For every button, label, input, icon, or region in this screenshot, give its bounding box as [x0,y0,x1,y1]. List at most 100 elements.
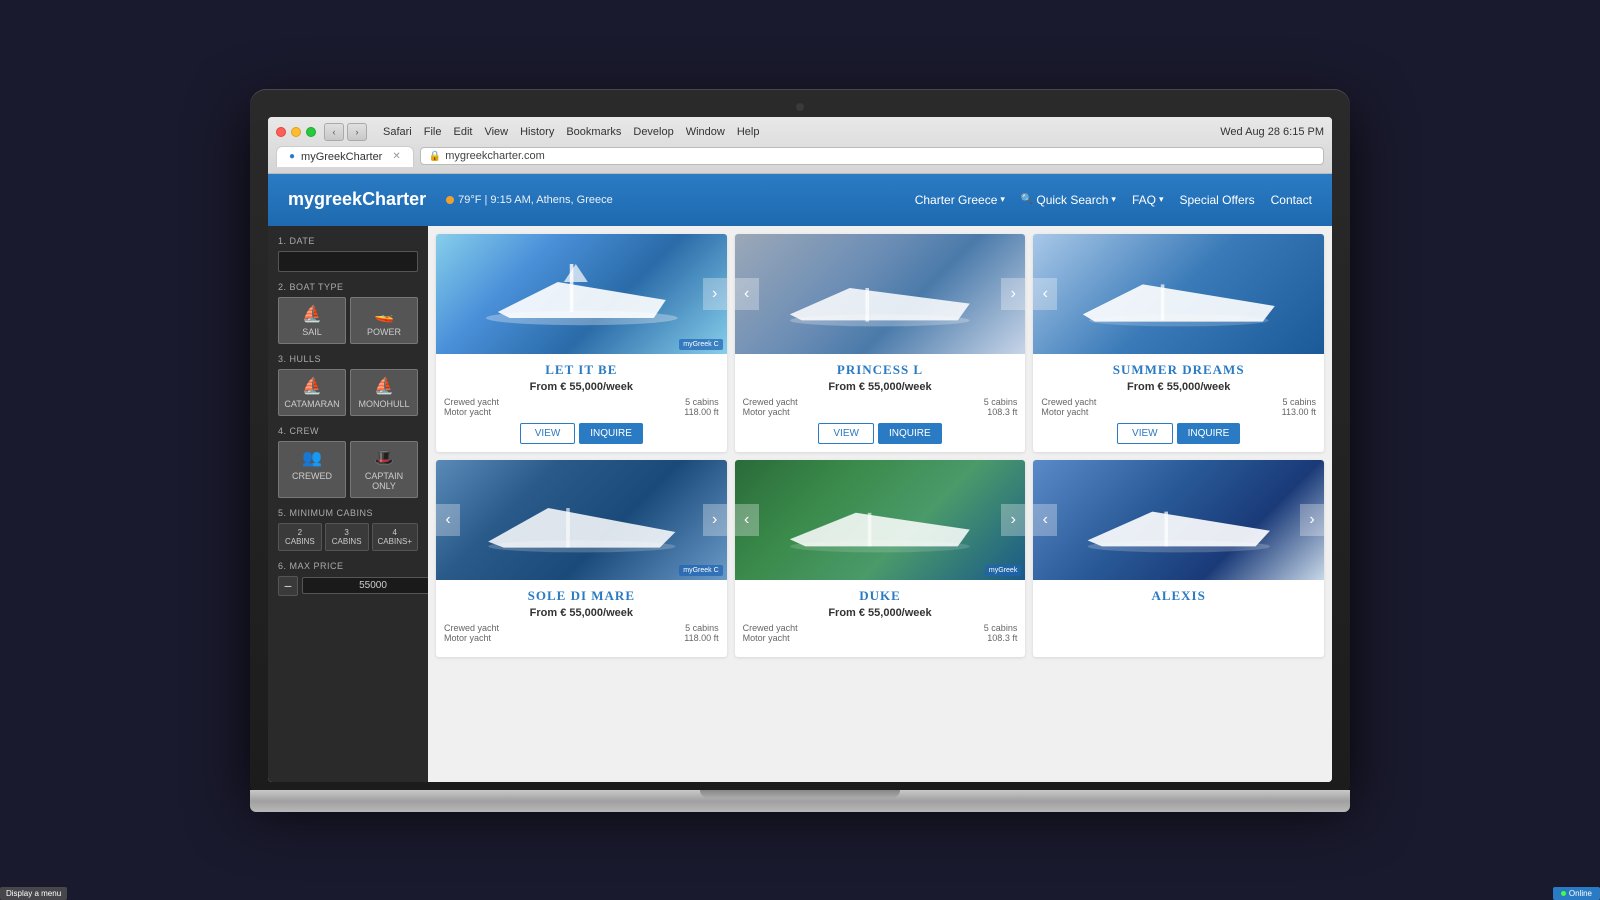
yacht-card: ‹ › ALEXIS [1033,460,1324,657]
cabin-2[interactable]: 2 CABINS [278,523,322,551]
nav-special-offers[interactable]: Special Offers [1179,193,1254,207]
yacht-name-4: SOLE DI MARE [444,588,719,604]
address-bar[interactable]: 🔒 mygreekcharter.com [420,147,1324,165]
view-button-1[interactable]: VIEW [520,423,576,444]
carousel-next-5[interactable]: › [1001,504,1025,536]
yacht-specs-2: 5 cabins 108.3 ft [984,397,1018,417]
nav-faq[interactable]: FAQ ▾ [1132,193,1164,207]
yacht-specs-4: 5 cabins 118.00 ft [684,623,718,643]
carousel-next-1[interactable]: › [703,278,727,310]
captain-icon: 🎩 [374,448,394,468]
sail-icon: ⛵ [302,304,322,324]
monohull-icon: ⛵ [374,376,394,396]
yacht-type-4: Crewed yacht Motor yacht [444,623,499,643]
yacht-details-3: Crewed yacht Motor yacht 5 cabins 113.00… [1041,397,1316,417]
menu-edit[interactable]: Edit [453,126,472,138]
yacht-specs-5: 5 cabins 108.3 ft [984,623,1018,643]
crew-label: 4. CREW [278,426,418,436]
forward-button[interactable]: › [347,123,367,141]
filter-boat-type: 2. BOAT TYPE ⛵ SAIL 🚤 POWER [278,282,418,344]
yacht-image-4: ‹ › myGreek C [436,460,727,580]
close-button[interactable] [276,127,286,137]
yacht-details-2: Crewed yacht Motor yacht 5 cabins 108.3 … [743,397,1018,417]
menu-help[interactable]: Help [737,126,760,138]
carousel-prev-5[interactable]: ‹ [735,504,759,536]
filter-hulls: 3. HULLS ⛵ CATAMARAN ⛵ MONOHULL [278,354,418,416]
menu-file[interactable]: File [424,126,442,138]
yacht-info-5: DUKE From € 55,000/week Crewed yacht Mot… [735,580,1026,657]
yacht-info-1: LET IT BE From € 55,000/week Crewed yach… [436,354,727,452]
inquire-button-2[interactable]: INQUIRE [878,423,942,444]
sidebar: 1. DATE 2. BOAT TYPE ⛵ SAIL [268,226,428,782]
type-sail[interactable]: ⛵ SAIL [278,297,346,344]
content-area: › myGreek C LET IT BE From € 55,000/week… [428,226,1332,782]
hull-monohull[interactable]: ⛵ MONOHULL [350,369,418,416]
menu-view[interactable]: View [484,126,508,138]
date-input[interactable] [278,251,418,272]
menu-bookmarks[interactable]: Bookmarks [566,126,621,138]
yacht-price-3: From € 55,000/week [1041,381,1316,393]
price-control: − ··· + [278,576,418,596]
yacht-type-2: Crewed yacht Motor yacht [743,397,798,417]
inquire-button-1[interactable]: INQUIRE [579,423,643,444]
yacht-svg-2 [749,246,1011,342]
carousel-prev-4[interactable]: ‹ [436,504,460,536]
menu-develop[interactable]: Develop [633,126,673,138]
yacht-image-6: ‹ › [1033,460,1324,580]
chevron-down-icon-faq: ▾ [1159,194,1164,205]
logo[interactable]: mygreekCharter [288,189,426,210]
crew-crewed[interactable]: 👥 CREWED [278,441,346,498]
browser-tab[interactable]: ● myGreekCharter ✕ [276,146,414,167]
browser-chrome: ‹ › Safari File Edit View History Bookma… [268,117,1332,174]
menu-history[interactable]: History [520,126,554,138]
menu-safari[interactable]: Safari [383,126,412,138]
yacht-info-3: SUMMER DREAMS From € 55,000/week Crewed … [1033,354,1324,452]
filter-price: 6. MAX PRICE − ··· + [278,561,418,596]
header-nav: Charter Greece ▾ 🔍 Quick Search ▾ FAQ ▾ [915,193,1312,207]
price-input[interactable] [302,577,428,594]
cabin-3[interactable]: 3 CABINS [325,523,369,551]
yacht-type-5: Crewed yacht Motor yacht [743,623,798,643]
price-decrease-btn[interactable]: − [278,576,298,596]
carousel-prev-6[interactable]: ‹ [1033,504,1057,536]
carousel-next-6[interactable]: › [1300,504,1324,536]
back-button[interactable]: ‹ [324,123,344,141]
nav-quick-search[interactable]: 🔍 Quick Search ▾ [1021,193,1116,207]
filter-cabins: 5. MINIMUM CABINS 2 CABINS 3 CABINS 4 CA… [278,508,418,551]
yacht-type-1: Crewed yacht Motor yacht [444,397,499,417]
url-display: mygreekcharter.com [445,150,545,162]
yacht-card: ‹ SUMMER DREAMS From € 55,000/week Crewe… [1033,234,1324,452]
type-power[interactable]: 🚤 POWER [350,297,418,344]
carousel-prev-3[interactable]: ‹ [1033,278,1057,310]
yacht-card: ‹ › myGreek DUKE From € 55,000/week [735,460,1026,657]
yacht-price-5: From € 55,000/week [743,607,1018,619]
minimize-button[interactable] [291,127,301,137]
carousel-prev-2[interactable]: ‹ [735,278,759,310]
logo-my: my [288,189,314,209]
carousel-next-2[interactable]: › [1001,278,1025,310]
cabin-4plus[interactable]: 4 CABINS+ [372,523,418,551]
view-button-3[interactable]: VIEW [1117,423,1173,444]
yacht-svg-5 [749,472,1011,568]
website: mygreekCharter 79°F | 9:15 AM, Athens, G… [268,174,1332,782]
nav-contact[interactable]: Contact [1271,193,1312,207]
catamaran-icon: ⛵ [302,376,322,396]
power-label: POWER [367,327,401,337]
maximize-button[interactable] [306,127,316,137]
boat-type-label: 2. BOAT TYPE [278,282,418,292]
yacht-name-2: PRINCESS L [743,362,1018,378]
captain-label: CAPTAIN ONLY [355,471,413,491]
crew-captain-only[interactable]: 🎩 CAPTAIN ONLY [350,441,418,498]
yacht-grid: › myGreek C LET IT BE From € 55,000/week… [436,234,1324,657]
carousel-next-4[interactable]: › [703,504,727,536]
menu-window[interactable]: Window [686,126,725,138]
screen-bezel: ‹ › Safari File Edit View History Bookma… [250,89,1350,790]
yacht-name-3: SUMMER DREAMS [1041,362,1316,378]
nav-charter-greece[interactable]: Charter Greece ▾ [915,193,1005,207]
watermark-5: myGreek [985,565,1021,576]
crewed-icon: 👥 [302,448,322,468]
view-button-2[interactable]: VIEW [818,423,874,444]
hull-catamaran[interactable]: ⛵ CATAMARAN [278,369,346,416]
inquire-button-3[interactable]: INQUIRE [1177,423,1241,444]
yacht-actions-3: VIEW INQUIRE [1041,423,1316,444]
